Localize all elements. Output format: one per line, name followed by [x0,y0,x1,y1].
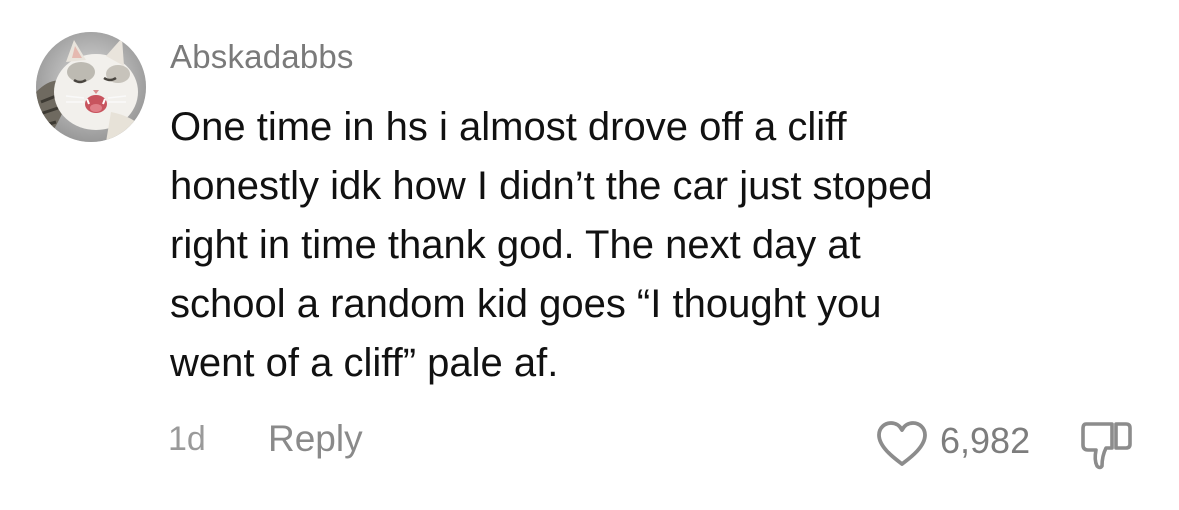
comment-text-line: school a random kid goes “I thought you [170,282,882,326]
reply-button[interactable]: Reply [268,418,363,460]
heart-outline-icon[interactable] [875,420,929,468]
comment-timestamp: 1d [168,420,206,458]
thumbs-down-outline-icon[interactable] [1078,416,1136,472]
like-count: 6,982 [940,420,1031,461]
cat-avatar-image [36,32,146,142]
comment-text: One time in hs i almost drove off a clif… [170,98,1150,393]
user-avatar[interactable] [36,32,146,142]
comment-username[interactable]: Abskadabbs [170,38,354,76]
comment-text-line: honestly idk how I didn’t the car just s… [170,164,933,208]
comment-item: Abskadabbs One time in hs i almost drove… [0,0,1179,510]
comment-text-line: went of a cliff” pale af. [170,341,559,385]
comment-text-line: One time in hs i almost drove off a clif… [170,105,847,149]
comment-text-line: right in time thank god. The next day at [170,223,861,267]
